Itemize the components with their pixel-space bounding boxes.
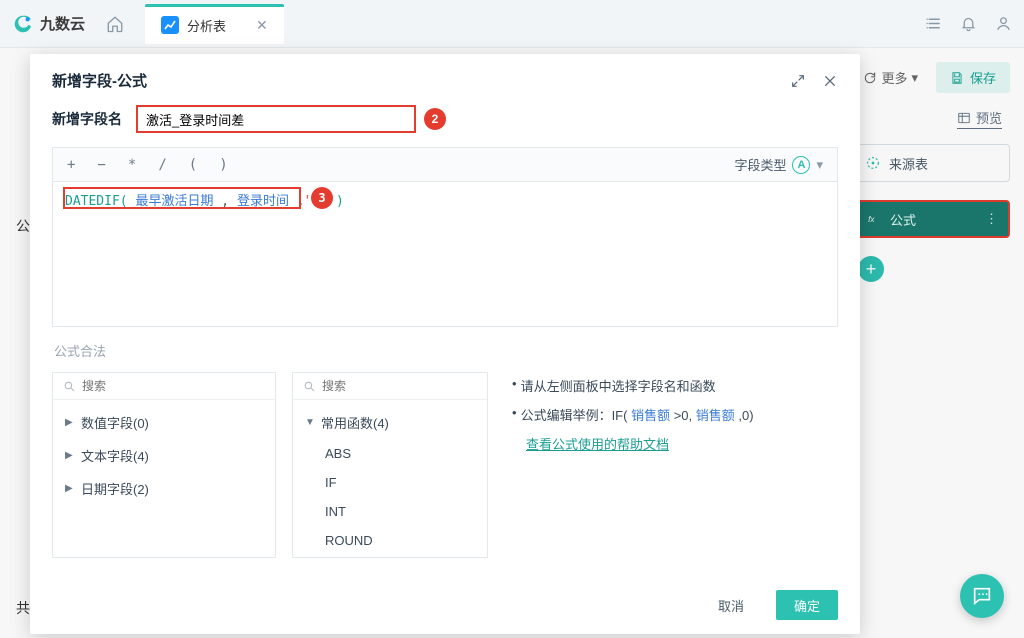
tree-item[interactable]: ▶数值字段(0)	[53, 406, 275, 439]
fieldname-label: 新增字段名	[52, 109, 122, 129]
chat-icon	[971, 585, 993, 607]
op-div[interactable]: /	[158, 157, 166, 173]
tab-analysis[interactable]: 分析表 ✕	[145, 4, 284, 44]
help-link[interactable]: 查看公式使用的帮助文档	[526, 437, 669, 452]
functions-list: ▼常用函数(4) ABS IF INT ROUND	[293, 400, 487, 557]
chevron-down-icon: ▾	[816, 157, 823, 173]
badge-2: 2	[424, 108, 446, 130]
home-button[interactable]	[101, 10, 129, 38]
func-item[interactable]: INT	[293, 497, 487, 526]
header-actions	[925, 15, 1012, 32]
type-badge-icon: A	[792, 156, 810, 174]
func-item[interactable]: IF	[293, 468, 487, 497]
cancel-button[interactable]: 取消	[700, 590, 762, 620]
functions-panel: ▼常用函数(4) ABS IF INT ROUND	[292, 372, 488, 558]
modal-footer: 取消 确定	[30, 576, 860, 634]
ok-button[interactable]: 确定	[776, 590, 838, 620]
caret-icon: ▶	[65, 417, 75, 428]
operator-bar: + − * / ( ) 字段类型 A ▾	[52, 147, 838, 181]
caret-icon: ▶	[65, 483, 75, 494]
func-item[interactable]: ABS	[293, 439, 487, 468]
lower-panels: ▶数值字段(0) ▶文本字段(4) ▶日期字段(2) ▼常用函数(4) ABS …	[52, 372, 838, 558]
help-panel: •请从左侧面板中选择字段名和函数 •公式编辑举例：IF( 销售额 >0, 销售额…	[504, 372, 838, 558]
home-icon	[106, 15, 124, 33]
fields-panel: ▶数值字段(0) ▶文本字段(4) ▶日期字段(2)	[52, 372, 276, 558]
support-chat-button[interactable]	[960, 574, 1004, 618]
expand-icon[interactable]	[790, 73, 806, 89]
formula-editor[interactable]: DATEDIF( 最早激活日期 , 登录时间 ,"D" ) 3	[52, 181, 838, 327]
op-minus[interactable]: −	[97, 157, 105, 173]
func-item[interactable]: ROUND	[293, 526, 487, 555]
op-mult[interactable]: *	[128, 157, 136, 173]
op-plus[interactable]: +	[67, 157, 75, 173]
caret-icon: ▶	[65, 450, 75, 461]
modal-header: 新增字段-公式	[30, 54, 860, 105]
tree-item[interactable]: ▶日期字段(2)	[53, 472, 275, 505]
fields-list: ▶数值字段(0) ▶文本字段(4) ▶日期字段(2)	[53, 400, 275, 557]
logo-text: 九数云	[40, 13, 85, 34]
fields-search	[53, 373, 275, 400]
search-icon	[63, 380, 76, 393]
fieldname-input[interactable]	[136, 105, 416, 133]
formula-text: DATEDIF( 最早激活日期 , 登录时间 ,"D" )	[65, 190, 825, 209]
caret-icon: ▼	[305, 417, 315, 428]
app-logo: 九数云	[12, 13, 85, 35]
search-icon	[303, 380, 316, 393]
modal-title: 新增字段-公式	[52, 70, 790, 91]
functions-search	[293, 373, 487, 400]
fields-search-input[interactable]	[82, 379, 265, 393]
list-icon[interactable]	[925, 15, 942, 32]
tab-label: 分析表	[187, 16, 226, 35]
field-type-selector[interactable]: 字段类型 A ▾	[734, 155, 823, 174]
tree-item[interactable]: ▼常用函数(4)	[293, 406, 487, 439]
close-icon[interactable]: ✕	[256, 17, 268, 34]
fieldname-row: 新增字段名 2	[52, 105, 838, 133]
formula-modal: 新增字段-公式 新增字段名 2 + − * / ( ) 字段类型 A ▾	[30, 54, 860, 634]
logo-icon	[12, 13, 34, 35]
bell-icon[interactable]	[960, 15, 977, 32]
formula-valid-msg: 公式合法	[54, 341, 836, 360]
tree-item[interactable]: ▶文本字段(4)	[53, 439, 275, 472]
badge-3: 3	[311, 187, 333, 209]
op-rparen[interactable]: )	[219, 157, 227, 173]
chart-icon	[161, 16, 179, 34]
app-header: 九数云 分析表 ✕	[0, 0, 1024, 48]
functions-search-input[interactable]	[322, 379, 477, 393]
user-icon[interactable]	[995, 15, 1012, 32]
close-icon[interactable]	[822, 73, 838, 89]
op-lparen[interactable]: (	[189, 157, 197, 173]
